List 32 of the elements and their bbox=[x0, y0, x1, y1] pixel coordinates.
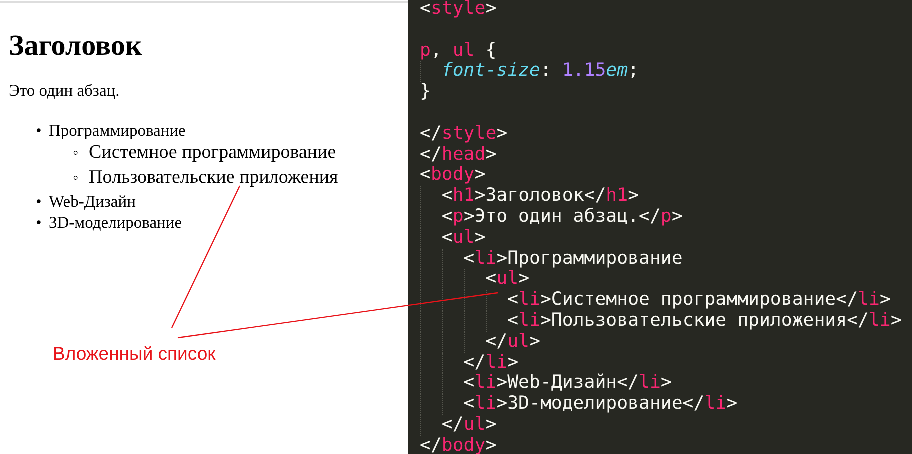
paragraph-text: Это один абзац. bbox=[9, 81, 121, 102]
code-line: <p>Это один абзац.</p> bbox=[440, 206, 683, 227]
code-line: <li>Программирование bbox=[462, 248, 683, 269]
list-item-text: Системное программирование bbox=[89, 142, 336, 164]
code-line: <ul> bbox=[440, 226, 486, 248]
code-line: <li>Пользовательские приложения</li> bbox=[506, 310, 902, 331]
annotation-label: Вложенный список bbox=[53, 343, 216, 366]
code-line: </ul> bbox=[484, 330, 540, 352]
list-item-text: 3D-моделирование bbox=[49, 213, 182, 232]
code-line: font-size: 1.15em; bbox=[440, 60, 640, 82]
code-line: <h1>Заголовок</h1> bbox=[440, 185, 640, 206]
list-item-text: Пользовательские приложения bbox=[89, 167, 338, 188]
page-heading: Заголовок bbox=[9, 30, 144, 64]
code-line: </style> bbox=[420, 122, 508, 144]
bullet-icon: • bbox=[36, 212, 49, 234]
code-line: p, ul { bbox=[420, 40, 497, 61]
code-line: <style> bbox=[420, 0, 497, 19]
bullet-icon: • bbox=[36, 120, 49, 142]
code-line: <ul> bbox=[484, 268, 530, 290]
code-line: </ul> bbox=[440, 414, 497, 435]
code-line: <li>Web-Дизайн</li> bbox=[462, 372, 672, 394]
code-line: } bbox=[420, 81, 431, 102]
bullet-icon: ◦ bbox=[73, 167, 89, 192]
list-item-text: Web-Дизайн bbox=[49, 192, 136, 212]
list-item-text: Программирование bbox=[49, 121, 186, 140]
code-line: <li>Системное программирование</li> bbox=[506, 289, 891, 310]
bullet-icon: • bbox=[36, 191, 49, 212]
code-line: </li> bbox=[462, 352, 519, 373]
code-line: <body> bbox=[420, 164, 486, 186]
code-line: <li>3D-моделирование</li> bbox=[462, 393, 738, 414]
code-line: </head> bbox=[420, 144, 497, 165]
bullet-icon: ◦ bbox=[73, 142, 89, 166]
